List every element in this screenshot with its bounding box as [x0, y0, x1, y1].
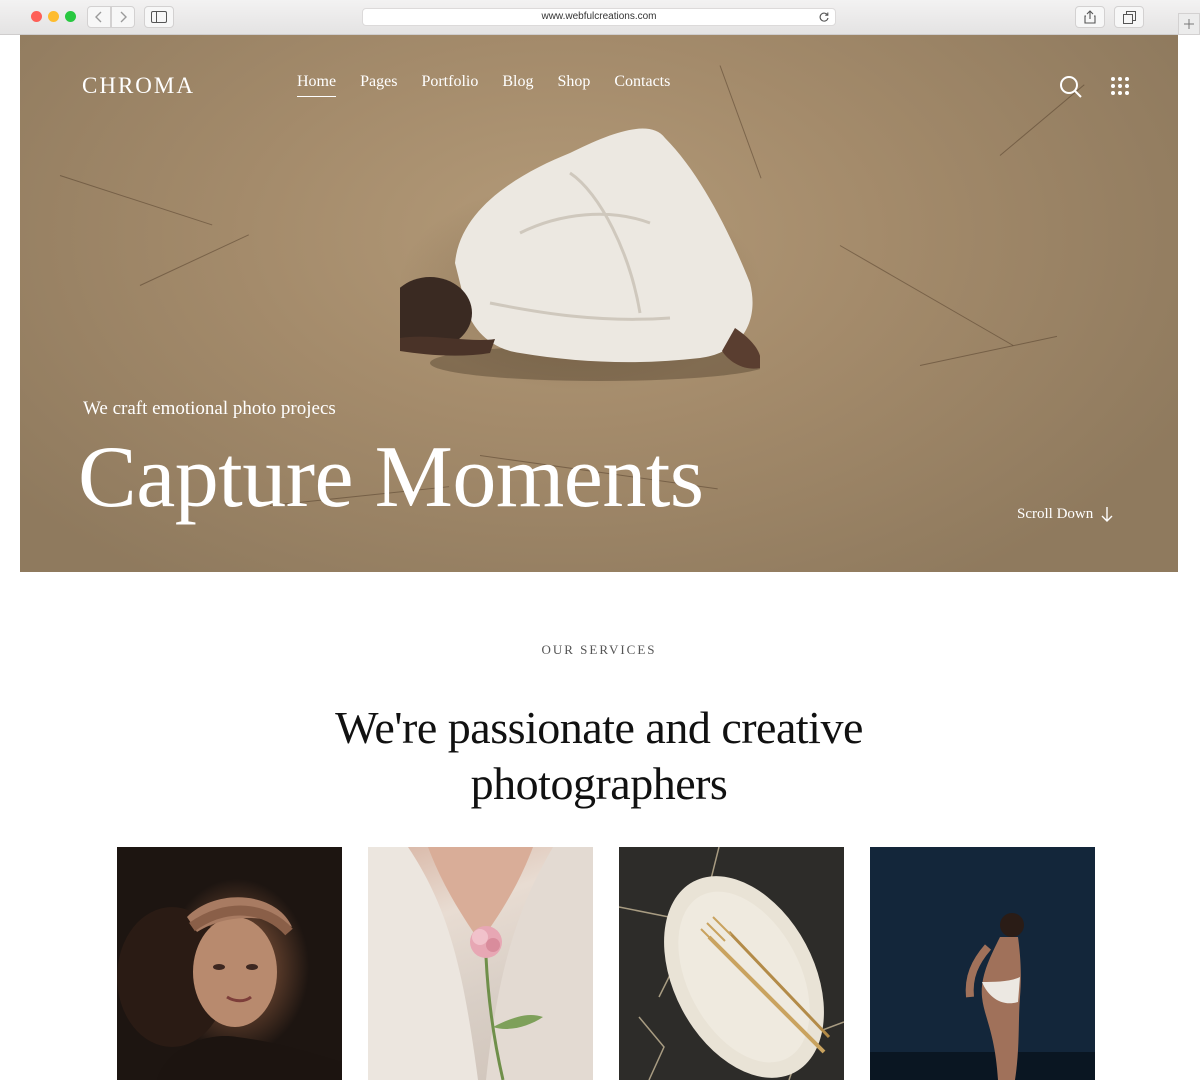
- scroll-down-label: Scroll Down: [1017, 506, 1094, 522]
- nav-item-home[interactable]: Home: [297, 73, 337, 97]
- hero-tagline: We craft emotional photo projecs: [83, 398, 336, 419]
- grid-menu-icon[interactable]: [1110, 76, 1130, 96]
- plate-cutlery-photo: [619, 847, 844, 1080]
- share-icon: [1084, 10, 1096, 24]
- minimize-window-button[interactable]: [48, 11, 59, 22]
- nav-item-contacts[interactable]: Contacts: [614, 73, 670, 97]
- tabs-icon: [1122, 10, 1136, 24]
- browser-chrome: www.webfulcreations.com: [0, 0, 1200, 35]
- hero-figure-photo: [400, 128, 760, 381]
- sidebar-icon: [151, 11, 167, 23]
- services-heading: We're passionate and creative photograph…: [20, 700, 1178, 812]
- nav-item-pages[interactable]: Pages: [360, 73, 397, 97]
- nav-item-blog[interactable]: Blog: [502, 73, 533, 97]
- forward-button[interactable]: [111, 6, 135, 28]
- service-card-food[interactable]: [619, 847, 844, 1080]
- main-navigation: Home Pages Portfolio Blog Shop Contacts: [297, 73, 694, 97]
- nav-item-portfolio[interactable]: Portfolio: [421, 73, 478, 97]
- url-text: www.webfulcreations.com: [541, 11, 657, 22]
- scroll-down-link[interactable]: Scroll Down: [1017, 506, 1113, 523]
- back-button[interactable]: [87, 6, 111, 28]
- hero-title: Capture Moments: [78, 429, 704, 526]
- search-icon[interactable]: [1059, 75, 1083, 99]
- service-card-fashion[interactable]: [870, 847, 1095, 1080]
- hero-section: CHROMA Home Pages Portfolio Blog Shop Co…: [20, 35, 1178, 572]
- nav-item-shop[interactable]: Shop: [557, 73, 590, 97]
- services-heading-line-1: We're passionate and creative: [335, 702, 863, 753]
- arrow-down-icon: [1101, 506, 1113, 522]
- services-eyebrow: OUR SERVICES: [541, 642, 657, 657]
- new-tab-button[interactable]: [1178, 13, 1200, 35]
- chevron-right-icon: [120, 11, 127, 23]
- plus-icon: [1184, 19, 1194, 29]
- tab-overview-button[interactable]: [1114, 6, 1144, 28]
- address-bar[interactable]: www.webfulcreations.com: [362, 8, 836, 26]
- service-card-floral[interactable]: [368, 847, 593, 1080]
- webpage: CHROMA Home Pages Portfolio Blog Shop Co…: [20, 35, 1178, 1080]
- flower-photo: [368, 847, 593, 1080]
- portrait-photo: [117, 897, 342, 1080]
- sidebar-toggle-button[interactable]: [144, 6, 174, 28]
- share-button[interactable]: [1075, 6, 1105, 28]
- close-window-button[interactable]: [31, 11, 42, 22]
- site-logo[interactable]: CHROMA: [82, 73, 195, 99]
- service-card-portrait[interactable]: [117, 847, 342, 1080]
- services-heading-line-2: photographers: [470, 758, 728, 809]
- maximize-window-button[interactable]: [65, 11, 76, 22]
- chevron-left-icon: [95, 11, 102, 23]
- swimsuit-model-photo: [870, 847, 1095, 1080]
- reload-icon[interactable]: [818, 11, 830, 23]
